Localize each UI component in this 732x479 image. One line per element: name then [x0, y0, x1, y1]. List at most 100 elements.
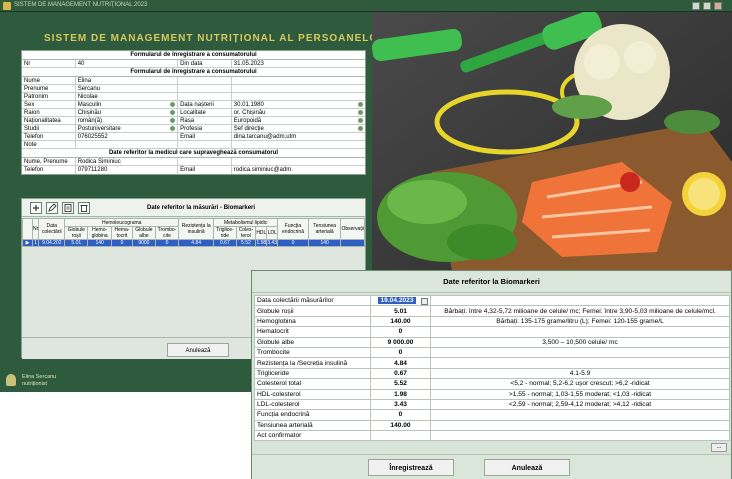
table-cell[interactable]: 9000 — [131, 239, 156, 247]
col-header[interactable]: Funcția endocrină — [277, 218, 309, 240]
table-cell[interactable]: 5.52 — [235, 239, 257, 247]
biomarker-value-field[interactable]: 1.98 — [370, 388, 431, 400]
table-cell[interactable]: 0 — [277, 239, 309, 247]
table-cell[interactable]: 4.84 — [178, 239, 215, 247]
col-header[interactable]: Hema-tocrit — [111, 226, 133, 240]
reference-range: <2,59 - normal; 2,59-4,12 moderat; >4,12… — [430, 398, 730, 411]
biomarker-value-field[interactable]: 4.84 — [370, 357, 431, 369]
field-value[interactable] — [232, 141, 365, 148]
field-value[interactable] — [232, 93, 365, 100]
table-row[interactable]: ▶ 1 9.04.202 5.01 140 0 9000 0 4.84 0.67… — [22, 239, 365, 247]
field-value[interactable]: Masculin — [76, 101, 179, 108]
biomarker-value-field[interactable]: 140.00 — [370, 419, 431, 432]
close-button[interactable] — [714, 2, 722, 10]
dropdown-icon[interactable] — [357, 110, 363, 115]
field-value[interactable]: Postuniversitare — [76, 125, 179, 132]
table-cell[interactable]: 0 — [111, 239, 133, 247]
field-label: Profesia — [178, 125, 232, 132]
biomarker-value-field[interactable]: 5.01 — [370, 305, 431, 317]
col-header[interactable]: Tensiunea arterială — [307, 218, 342, 240]
table-cell[interactable]: 0.67 — [213, 239, 237, 247]
maximize-button[interactable] — [703, 2, 711, 10]
dropdown-icon[interactable] — [170, 118, 176, 123]
field-label: Sex — [22, 101, 76, 108]
doctor-email-field[interactable]: rodica.siminiuc@adm. — [232, 166, 365, 174]
table-cell[interactable] — [340, 239, 365, 247]
browse-file-button[interactable]: ... — [711, 443, 727, 452]
table-cell[interactable]: 140 — [87, 239, 113, 247]
biomarker-value-field[interactable]: 3.43 — [370, 398, 431, 411]
field-value[interactable] — [76, 141, 179, 148]
field-value[interactable]: român(ă) — [76, 117, 179, 124]
field-value[interactable]: Chișinău — [76, 109, 179, 116]
field-value[interactable] — [232, 77, 365, 84]
add-record-icon[interactable] — [30, 202, 42, 214]
biomarker-value-field[interactable] — [370, 430, 431, 442]
nr-field[interactable]: 40 — [76, 60, 179, 67]
field-value[interactable]: dina.tarcanu@adm.utm — [232, 133, 365, 140]
field-value[interactable] — [232, 85, 365, 92]
field-label — [178, 85, 232, 92]
save-button[interactable]: Înregistrează — [368, 459, 454, 476]
table-cell[interactable]: 140 — [307, 239, 342, 247]
delete-record-icon[interactable] — [78, 202, 90, 214]
col-header[interactable]: Data colectării — [38, 218, 66, 240]
biomarker-value-field[interactable]: 0 — [370, 326, 431, 338]
calendar-dropdown-icon[interactable] — [421, 297, 428, 305]
field-value[interactable]: Europoidă — [232, 117, 365, 124]
dropdown-icon[interactable] — [170, 126, 176, 131]
biomarker-value-field[interactable]: 9 000.00 — [370, 336, 431, 348]
field-label-text: Profesia — [180, 126, 203, 132]
doctor-name-field[interactable]: Rodica Siminiuc — [76, 158, 179, 165]
doctor-phone-field[interactable]: 079711280 — [76, 166, 179, 174]
group-header-hemo: Hemoleucograma — [64, 218, 180, 227]
biomarker-value-field[interactable]: 0 — [370, 346, 431, 359]
field-value[interactable]: Elina — [76, 77, 179, 84]
field-value[interactable]: Șef direcție — [232, 125, 365, 132]
collection-date-value[interactable]: 19.04.2023 — [378, 296, 416, 304]
view-record-icon[interactable] — [62, 202, 74, 214]
minimize-button[interactable] — [692, 2, 700, 10]
field-label-text: Note — [24, 142, 37, 148]
biomarker-value-field[interactable]: 5.52 — [370, 378, 431, 390]
biomarker-value-field[interactable]: 140.00 — [370, 315, 431, 328]
field-value[interactable]: Sercanu — [76, 85, 179, 92]
col-header[interactable]: Globule albe — [131, 226, 156, 240]
biomarker-value-field[interactable]: 0.67 — [370, 367, 431, 380]
table-cell[interactable]: 1.98 — [255, 239, 268, 247]
dropdown-icon[interactable] — [357, 118, 363, 123]
table-cell[interactable]: 9.04.202 — [38, 239, 66, 247]
dropdown-icon[interactable] — [357, 102, 363, 107]
dialog-title: Date referitor la Biomarkeri — [252, 271, 731, 293]
date-field[interactable]: 31.05.2023 — [232, 60, 365, 67]
reference-range — [430, 346, 730, 359]
col-header[interactable]: LDL — [266, 226, 279, 240]
field-value[interactable]: 076025552 — [76, 133, 179, 140]
col-header[interactable]: Observații — [340, 218, 365, 240]
dropdown-icon[interactable] — [357, 126, 363, 131]
col-header[interactable]: Globule roșii — [64, 226, 89, 240]
field-value[interactable]: Nicolae — [76, 93, 179, 100]
col-header[interactable]: Rezistența la insulină — [178, 218, 215, 240]
dropdown-icon[interactable] — [170, 110, 176, 115]
cancel-button[interactable]: Anulează — [167, 343, 229, 357]
col-header[interactable]: Coles-terol — [235, 226, 257, 240]
dropdown-icon[interactable] — [170, 102, 176, 107]
col-header[interactable]: HDL — [255, 226, 268, 240]
col-header[interactable]: Hemo-globina — [87, 226, 113, 240]
field-value[interactable]: or. Chișinău — [232, 109, 365, 116]
table-cell[interactable]: 0 — [154, 239, 180, 247]
edit-record-icon[interactable] — [46, 202, 58, 214]
biomarker-row: Rezistența la /Secreția insulină 4.84 — [254, 357, 730, 369]
col-header[interactable]: Trombo-cite — [154, 226, 180, 240]
cancel-button[interactable]: Anulează — [484, 459, 570, 476]
field-value[interactable]: 30.01.1980 — [232, 101, 365, 108]
table-cell[interactable]: 3.43 — [266, 239, 279, 247]
table-cell[interactable]: 5.01 — [64, 239, 89, 247]
reference-range — [430, 430, 730, 442]
biomarker-value-field[interactable]: 0 — [370, 409, 431, 421]
field-label-text: Sex — [24, 102, 35, 108]
collection-date-field[interactable]: 19.04.2023 — [370, 294, 431, 307]
user-icon — [6, 374, 16, 386]
col-header[interactable]: Triglice-ride — [213, 226, 237, 240]
